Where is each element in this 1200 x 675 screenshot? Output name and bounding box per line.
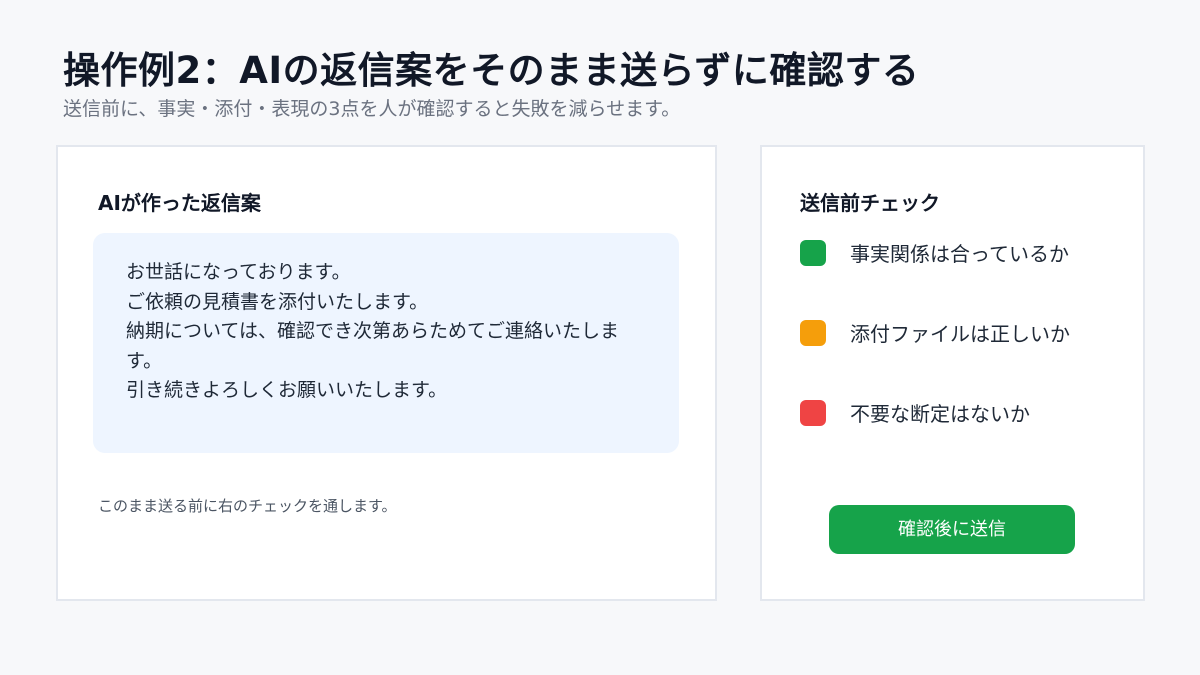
draft-note: このまま送る前に右のチェックを通します。 (98, 497, 397, 515)
check-item-label: 不要な断定はないか (850, 402, 1030, 426)
draft-line: 納期については、確認でき次第あらためてご連絡いたしま (126, 320, 620, 342)
check-item-label: 事実関係は合っているか (850, 242, 1069, 266)
draft-line: お世話になっております。 (126, 261, 351, 283)
status-dot-green (800, 240, 826, 266)
check-item-label: 添付ファイルは正しいか (850, 322, 1070, 346)
check-heading: 送信前チェック (800, 191, 940, 215)
draft-line: す。 (126, 349, 163, 372)
draft-message-box: お世話になっております。 ご依頼の見積書を添付いたします。 納期については、確認… (93, 233, 679, 453)
page-subtitle: 送信前に、事実・添付・表現の3点を人が確認すると失敗を減らせます。 (63, 98, 681, 120)
check-card: 送信前チェック 事実関係は合っているか 添付ファイルは正しいか 不要な断定はない… (760, 145, 1145, 601)
send-after-check-button[interactable]: 確認後に送信 (829, 505, 1075, 554)
status-dot-orange (800, 320, 826, 346)
draft-line: 引き続きよろしくお願いいたします。 (126, 379, 448, 401)
status-dot-red (800, 400, 826, 426)
draft-heading: AIが作った返信案 (98, 191, 261, 215)
draft-line: ご依頼の見積書を添付いたします。 (126, 290, 429, 313)
page-title: 操作例2：AIの返信案をそのまま送らずに確認する (63, 49, 920, 92)
draft-card: AIが作った返信案 お世話になっております。 ご依頼の見積書を添付いたします。 … (56, 145, 717, 601)
